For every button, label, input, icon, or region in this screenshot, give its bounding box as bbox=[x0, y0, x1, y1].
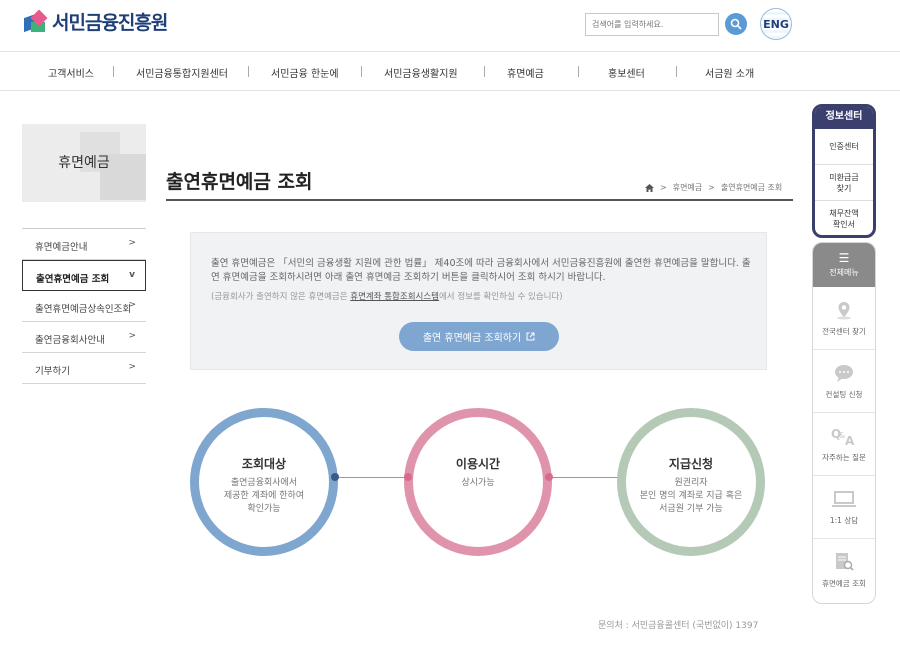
chevron-right-icon: > bbox=[128, 238, 136, 248]
nav-item-about[interactable]: 서금원 소개 bbox=[705, 65, 754, 80]
nav-item-customer[interactable]: 고객서비스 bbox=[48, 65, 94, 80]
contact-info: 문의처 : 서민금융콜센터 (국번없이) 1397 bbox=[598, 621, 759, 631]
quick-item-faq[interactable]: Q & A 자주하는 질문 bbox=[813, 413, 875, 476]
main-nav: 고객서비스 서민금융통합지원센터 서민금융 한눈에 서민금융생활지원 휴면예금 … bbox=[0, 53, 900, 91]
quick-item-dormant-lookup[interactable]: 휴면예금 조회 bbox=[813, 539, 875, 602]
chevron-right-icon: > bbox=[128, 331, 136, 341]
step-title: 조회대상 bbox=[241, 457, 287, 471]
quick-item-find-center[interactable]: 전국센터 찾기 bbox=[813, 287, 875, 350]
info-center-title: 정보센터 bbox=[815, 107, 873, 129]
quick-link-unclaimed-funds[interactable]: 미환급금 찾기 bbox=[815, 165, 873, 201]
side-menu-item-institutions[interactable]: 출연금융회사안내 > bbox=[22, 322, 146, 353]
lnb-title: 휴면예금 bbox=[58, 155, 110, 171]
breadcrumb-item[interactable]: 출연휴면예금 조회 bbox=[721, 182, 782, 193]
quick-item-label: 1:1 상담 bbox=[829, 516, 859, 525]
page-title: 출연휴면예금 조회 bbox=[166, 171, 313, 193]
quick-link-certification[interactable]: 인증센터 bbox=[815, 129, 873, 165]
map-pin-icon bbox=[837, 302, 851, 320]
logo[interactable]: 서민금융진흥원 bbox=[24, 8, 168, 35]
info-note-prefix: (금융회사가 출연하지 않은 휴면예금은 bbox=[211, 292, 351, 302]
side-menu-item-heir-lookup[interactable]: 출연휴면예금상속인조회 > bbox=[22, 291, 146, 322]
lookup-button[interactable]: 출연 휴면예금 조회하기 bbox=[399, 322, 559, 351]
step-title: 지급신청 bbox=[668, 457, 714, 471]
all-menu-button[interactable]: ☰ 전체메뉴 bbox=[813, 243, 875, 287]
lookup-button-label: 출연 휴면예금 조회하기 bbox=[422, 333, 522, 344]
info-note-link[interactable]: 휴면계좌 통합조회시스템 bbox=[350, 292, 439, 302]
breadcrumb-item[interactable]: 휴면예금 bbox=[673, 182, 702, 193]
step-circle-target: 조회대상 출연금융회사에서 제공한 계좌에 한하여 확인가능 bbox=[190, 408, 338, 556]
step-circle-hours: 이용시간 상시가능 bbox=[404, 408, 552, 556]
quick-menu: ☰ 전체메뉴 전국센터 찾기 컨설팅 신청 Q & A 자주하는 질문 1:1 상담… bbox=[812, 242, 876, 604]
breadcrumb-separator: > bbox=[660, 183, 667, 192]
breadcrumb-separator: > bbox=[708, 183, 715, 192]
step-desc: 출연금융회사에서 제공한 계좌에 한하여 확인가능 bbox=[223, 478, 305, 514]
breadcrumb: > 휴면예금 > 출연휴면예금 조회 bbox=[645, 182, 782, 193]
quick-item-label: 컨설팅 신청 bbox=[825, 390, 863, 399]
qa-icon: Q& A bbox=[831, 427, 855, 446]
info-box: 출연 휴면예금은 「서민의 금융생활 지원에 관한 법률」 제40조에 따라 금… bbox=[190, 232, 767, 370]
info-center-panel: 정보센터 인증센터 미환급금 찾기 채무잔액 확인서 bbox=[812, 104, 876, 238]
document-search-icon bbox=[836, 553, 854, 571]
search-button[interactable] bbox=[725, 13, 747, 35]
nav-item-at-a-glance[interactable]: 서민금융 한눈에 bbox=[271, 65, 339, 80]
step-desc: 원권리자 본인 명의 계좌로 지급 혹은 서금원 기부 가능 bbox=[639, 478, 743, 514]
svg-text:A: A bbox=[845, 434, 855, 446]
logo-text: 서민금융진흥원 bbox=[52, 12, 168, 34]
chat-bubble-icon bbox=[835, 365, 853, 382]
connector-dot bbox=[404, 473, 412, 481]
side-menu-item-guide[interactable]: 휴면예금안내 > bbox=[22, 229, 146, 260]
external-link-icon bbox=[526, 332, 535, 341]
connector-dot bbox=[545, 473, 553, 481]
side-menu-item-lookup[interactable]: 출연휴면예금 조회 v bbox=[22, 260, 146, 291]
step-circle-payment: 지급신청 원권리자 본인 명의 계좌로 지급 혹은 서금원 기부 가능 bbox=[617, 408, 765, 556]
quick-item-label: 자주하는 질문 bbox=[822, 453, 866, 462]
step-desc: 상시가능 bbox=[461, 478, 495, 488]
search-icon bbox=[730, 18, 742, 30]
side-menu-label: 출연금융회사안내 bbox=[35, 335, 105, 346]
header: 서민금융진흥원 ENG bbox=[0, 0, 900, 52]
monitor-icon bbox=[832, 491, 856, 507]
side-menu-item-donate[interactable]: 기부하기 > bbox=[22, 353, 146, 384]
info-note-suffix: 에서 정보를 확인하실 수 있습니다) bbox=[438, 292, 563, 302]
chevron-right-icon: > bbox=[128, 362, 136, 372]
side-menu: 휴면예금안내 > 출연휴면예금 조회 v 출연휴면예금상속인조회 > 출연금융회사안내… bbox=[22, 228, 146, 384]
side-menu-label: 휴면예금안내 bbox=[35, 242, 88, 253]
page: 서민금융진흥원 ENG 고객서비스 서민금융통합지원센터 서민금융 한눈에 서민… bbox=[0, 0, 900, 649]
chevron-down-icon: v bbox=[129, 270, 135, 280]
eng-label: ENG bbox=[763, 17, 789, 31]
logo-icon bbox=[24, 9, 48, 34]
side-menu-label: 기부하기 bbox=[35, 366, 70, 377]
quick-item-one-on-one[interactable]: 1:1 상담 bbox=[813, 476, 875, 539]
hamburger-icon: ☰ bbox=[838, 251, 850, 265]
nav-item-dormant-deposits[interactable]: 휴면예금 bbox=[507, 65, 544, 80]
side-menu-label: 출연휴면예금상속인조회 bbox=[35, 304, 132, 315]
quick-item-consulting[interactable]: 컨설팅 신청 bbox=[813, 350, 875, 413]
chevron-right-icon: > bbox=[128, 300, 136, 310]
step-title: 이용시간 bbox=[455, 457, 501, 471]
connector-dot bbox=[331, 473, 339, 481]
nav-item-integrated-center[interactable]: 서민금융통합지원센터 bbox=[136, 65, 228, 80]
quick-link-debt-balance[interactable]: 채무잔액 확인서 bbox=[815, 201, 873, 235]
lnb-header: 휴면예금 bbox=[22, 124, 146, 202]
eng-button[interactable]: ENG bbox=[760, 8, 792, 40]
nav-item-pr-center[interactable]: 홍보센터 bbox=[608, 65, 645, 80]
info-note: (금융회사가 출연하지 않은 휴면예금은 휴면계좌 통합조회시스템에서 정보를 … bbox=[211, 290, 751, 302]
home-icon[interactable] bbox=[645, 183, 654, 192]
info-text: 출연 휴면예금은 「서민의 금융생활 지원에 관한 법률」 제40조에 따라 금… bbox=[211, 258, 751, 283]
quick-item-label: 전국센터 찾기 bbox=[822, 327, 866, 336]
quick-item-label: 휴면예금 조회 bbox=[822, 579, 866, 588]
search-input[interactable] bbox=[585, 13, 719, 36]
all-menu-label: 전체메뉴 bbox=[829, 268, 859, 277]
nav-item-life-support[interactable]: 서민금융생활지원 bbox=[384, 65, 458, 80]
title-divider bbox=[166, 199, 793, 201]
side-menu-label: 출연휴면예금 조회 bbox=[36, 274, 110, 285]
